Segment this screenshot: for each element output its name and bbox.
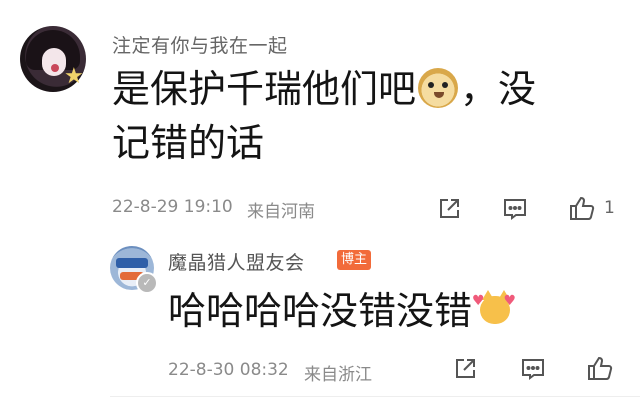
like-count: 1	[604, 198, 615, 218]
reply-comment-button[interactable]	[520, 356, 546, 382]
comment-date: 22-8-29 19:10	[112, 197, 233, 217]
reply-date: 22-8-30 08:32	[168, 360, 289, 380]
share-icon	[440, 199, 459, 218]
comment-text: 是保护千瑞他们吧 ，没 记错的话	[112, 62, 612, 170]
doge-emoji-icon	[418, 68, 459, 108]
share-button[interactable]	[436, 196, 462, 222]
like-button[interactable]	[568, 194, 596, 222]
cat-emoji-icon: ♥ ♥	[472, 290, 516, 328]
comment-text-part1: 是保护千瑞他们吧	[112, 67, 417, 111]
avatar-star-icon: ★	[64, 64, 84, 89]
commenter-username[interactable]: 注定有你与我在一起	[112, 31, 288, 58]
like-icon	[588, 356, 613, 380]
reply-like-button[interactable]	[586, 354, 614, 382]
divider	[110, 396, 640, 397]
comment-icon	[504, 199, 526, 220]
avatar-earring	[51, 64, 59, 72]
share-icon	[456, 359, 475, 378]
reply-location: 来自浙江	[304, 365, 372, 385]
verified-icon: ✓	[136, 272, 158, 294]
reply-share-button[interactable]	[452, 356, 478, 382]
avatar-logo	[116, 258, 148, 268]
comment-text-part2: ，没	[460, 67, 537, 111]
comment-text-line2: 记错的话	[112, 121, 265, 165]
reply-text: 哈哈哈哈没错没错 ♥ ♥	[168, 286, 516, 336]
comment-icon	[522, 359, 544, 380]
reply-username[interactable]: 魔晶猎人盟友会	[168, 248, 305, 275]
like-icon	[570, 196, 595, 220]
reply-text-body: 哈哈哈哈没错没错	[168, 289, 473, 333]
comment-location: 来自河南	[247, 202, 315, 222]
reply-button[interactable]	[502, 196, 528, 222]
owner-badge: 博主	[337, 250, 372, 270]
